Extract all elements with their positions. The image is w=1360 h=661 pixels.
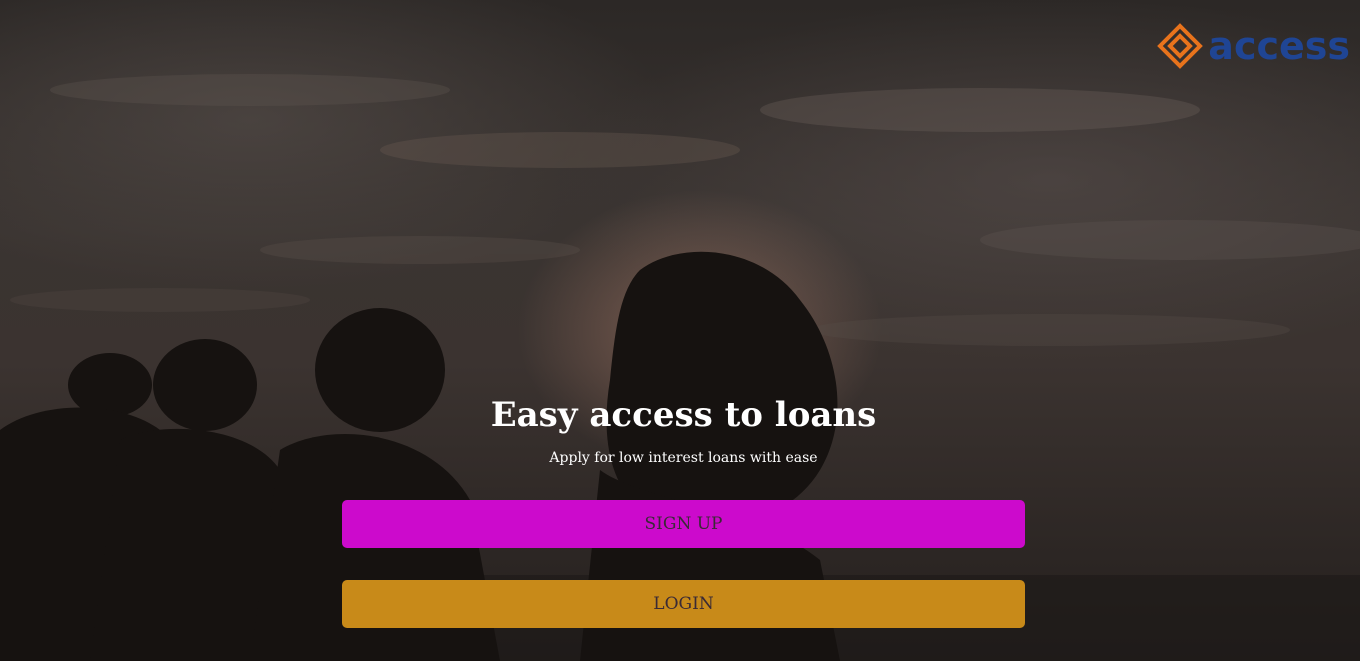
hero-section: access Easy access to loans Apply for lo…: [0, 0, 1360, 661]
logo-wordmark: access: [1208, 24, 1350, 68]
hero-content: Easy access to loans Apply for low inter…: [342, 392, 1025, 468]
page-subtitle: Apply for low interest loans with ease: [549, 450, 818, 466]
sign-up-button[interactable]: SIGN UP: [342, 500, 1025, 548]
access-logo: access: [1156, 22, 1350, 70]
background-photo: [0, 74, 1360, 661]
login-button[interactable]: LOGIN: [342, 580, 1025, 628]
access-diamond-logo-icon: [1157, 23, 1204, 69]
page-title: Easy access to loans: [490, 395, 877, 435]
